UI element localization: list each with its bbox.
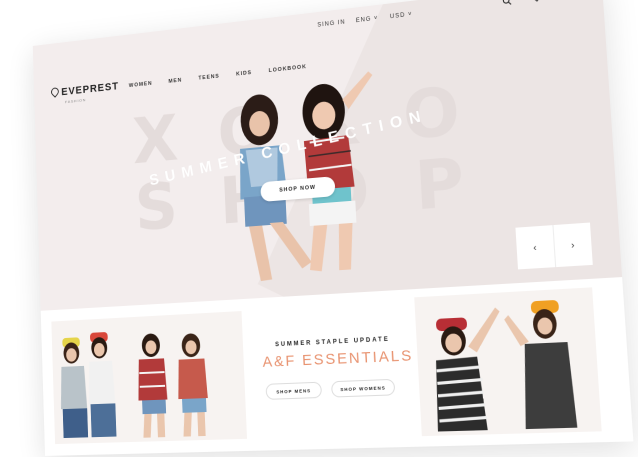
website-mockup: SING IN ENG ˅ USD ˅ EVEPREST FASHION WOM… bbox=[32, 0, 634, 456]
prev-arrow-icon[interactable]: ‹ bbox=[515, 225, 556, 270]
logo-tagline: FASHION bbox=[64, 97, 87, 105]
currency-select[interactable]: USD ˅ bbox=[390, 12, 413, 21]
language-select[interactable]: ENG ˅ bbox=[356, 16, 379, 25]
nav-item-teens[interactable]: TEENS bbox=[198, 74, 219, 82]
nav-item-women[interactable]: WOMEN bbox=[129, 81, 153, 89]
cart-icon[interactable] bbox=[560, 0, 570, 2]
promo-models-left-image bbox=[51, 311, 248, 445]
promo-image-right bbox=[414, 287, 602, 437]
logo-text: EVEPREST bbox=[61, 80, 120, 99]
hero-section: SING IN ENG ˅ USD ˅ EVEPREST FASHION WOM… bbox=[32, 0, 634, 446]
promo-models-right-image bbox=[414, 287, 602, 437]
slider-arrows: ‹ › bbox=[515, 222, 593, 270]
nav-item-men[interactable]: MEN bbox=[168, 78, 182, 85]
screenshot-stage: SING IN ENG ˅ USD ˅ EVEPREST FASHION WOM… bbox=[0, 0, 638, 457]
shop-mens-button[interactable]: SHOP MENS bbox=[265, 381, 323, 400]
language-value: ENG bbox=[355, 16, 372, 25]
location-pin-icon bbox=[49, 85, 61, 98]
promo-kicker: SUMMER STAPLE UPDATE bbox=[275, 336, 390, 349]
nav-item-lookbook[interactable]: LOOKBOOK bbox=[269, 64, 307, 74]
nav-item-kids[interactable]: KIDS bbox=[236, 70, 252, 77]
promo-image-left bbox=[51, 311, 248, 445]
next-arrow-icon[interactable]: › bbox=[553, 223, 593, 268]
search-icon[interactable] bbox=[502, 0, 512, 8]
shop-womens-button[interactable]: SHOP WOMENS bbox=[331, 378, 396, 398]
heart-icon[interactable] bbox=[531, 0, 542, 5]
promo-title: A&F ESSENTIALS bbox=[262, 346, 414, 371]
sign-in-link[interactable]: SING IN bbox=[317, 20, 345, 29]
currency-value: USD bbox=[389, 12, 406, 21]
